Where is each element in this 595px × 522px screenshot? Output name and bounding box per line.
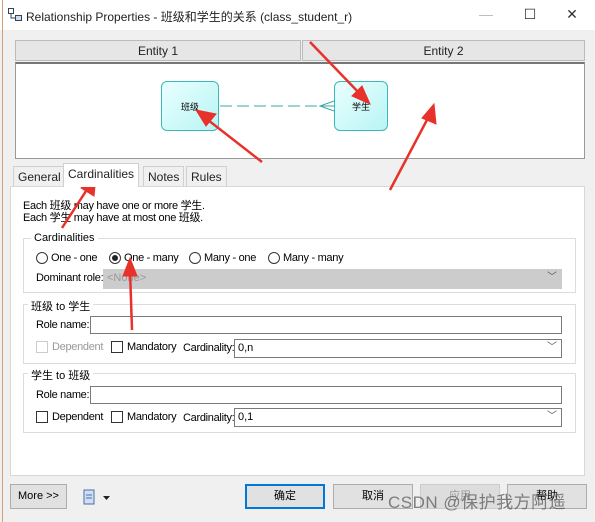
dominant-role-select[interactable]: <None> ﹀ <box>103 269 562 289</box>
relationship-line <box>220 100 335 112</box>
close-button[interactable]: ✕ <box>562 6 582 23</box>
chevron-down-icon: ﹀ <box>547 411 557 422</box>
role1-role-name-label: Role name: <box>36 319 90 331</box>
radio-icon <box>36 252 48 264</box>
role1-dependent-checkbox[interactable] <box>36 341 48 353</box>
chevron-down-icon: ﹀ <box>547 272 557 283</box>
radio-one-many[interactable]: One - many <box>109 252 179 264</box>
radio-icon <box>268 252 280 264</box>
chevron-down-icon: ﹀ <box>547 342 557 353</box>
dominant-role-value: <None> <box>107 272 147 284</box>
role2-cardinality-select[interactable]: 0,1 ﹀ <box>234 408 562 427</box>
relationship-diagram: 班级 学生 <box>15 62 585 159</box>
relationship-icon <box>8 8 22 21</box>
watermark: CSDN @保护我方阿遥 <box>388 493 567 512</box>
role1-cardinality-value: 0,n <box>238 342 254 354</box>
tab-rules[interactable]: Rules <box>186 166 227 187</box>
radio-label: Many - one <box>204 252 257 264</box>
title-bar: Relationship Properties - 班级和学生的关系 (clas… <box>0 0 595 30</box>
role1-dependent-label: Dependent <box>52 341 104 353</box>
role2-mandatory-checkbox[interactable] <box>111 411 123 423</box>
ok-button[interactable]: 确定 <box>245 484 325 509</box>
window-title: Relationship Properties - 班级和学生的关系 (clas… <box>26 10 353 24</box>
role2-role-name-input[interactable] <box>90 386 562 404</box>
radio-icon <box>189 252 201 264</box>
minimize-button[interactable]: — <box>476 6 496 22</box>
role2-legend: 学生 to 班级 <box>28 367 94 383</box>
role1-legend: 班级 to 学生 <box>28 298 94 314</box>
role2-role-name-label: Role name: <box>36 389 90 401</box>
radio-many-many[interactable]: Many - many <box>268 252 344 264</box>
role1-cardinality-label: Cardinality: <box>183 342 235 354</box>
printer-icon <box>83 489 110 505</box>
tab-cardinalities[interactable]: Cardinalities <box>63 163 140 187</box>
radio-label: One - many <box>124 252 179 264</box>
dominant-role-label: Dominant role: <box>36 272 104 284</box>
maximize-button[interactable]: ☐ <box>520 6 540 23</box>
role1-mandatory-label: Mandatory <box>127 341 177 353</box>
role2-cardinality-label: Cardinality: <box>183 412 235 424</box>
cardinalities-legend: Cardinalities <box>31 232 98 244</box>
role1-role-name-input[interactable] <box>90 316 562 334</box>
print-menu-button[interactable] <box>82 489 112 505</box>
role1-mandatory-checkbox[interactable] <box>111 341 123 353</box>
role2-mandatory-label: Mandatory <box>127 411 177 423</box>
more-button[interactable]: More >> <box>10 484 67 509</box>
role2-dependent-checkbox[interactable] <box>36 411 48 423</box>
radio-label: One - one <box>51 252 98 264</box>
tab-notes[interactable]: Notes <box>143 166 185 187</box>
description-line-2: Each 学生 may have at most one 班级. <box>23 212 203 224</box>
radio-selected-icon <box>109 252 121 264</box>
entity1-header[interactable]: Entity 1 <box>15 40 301 61</box>
radio-many-one[interactable]: Many - one <box>189 252 256 264</box>
radio-one-one[interactable]: One - one <box>36 252 98 264</box>
entity-box-class[interactable]: 班级 <box>161 81 219 131</box>
role1-cardinality-select[interactable]: 0,n ﹀ <box>234 339 562 358</box>
role2-cardinality-value: 0,1 <box>238 411 254 423</box>
entity2-header[interactable]: Entity 2 <box>302 40 585 61</box>
window-border <box>2 0 3 522</box>
role2-dependent-label: Dependent <box>52 411 104 423</box>
entity-box-student[interactable]: 学生 <box>334 81 388 131</box>
tab-general[interactable]: General <box>13 166 66 187</box>
radio-label: Many - many <box>283 252 344 264</box>
